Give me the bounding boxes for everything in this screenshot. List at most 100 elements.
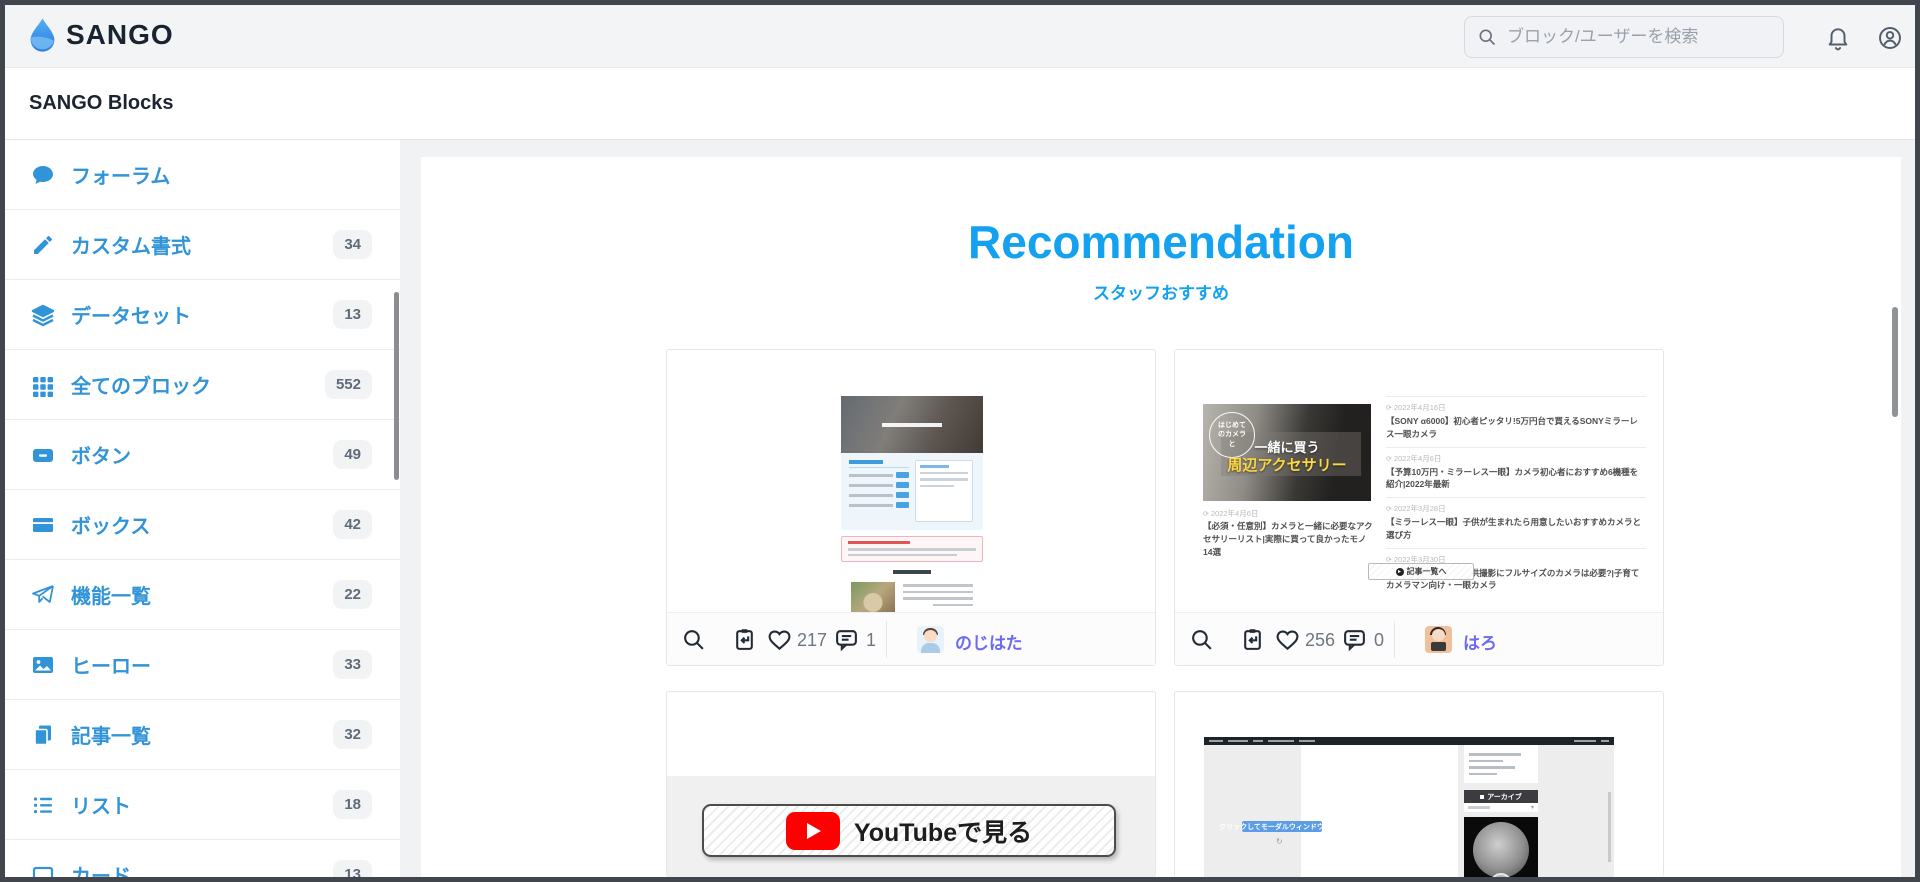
wp-admin-bar xyxy=(1204,737,1614,745)
preview-page-column xyxy=(1301,745,1458,877)
article-title: 【SONY α6000】初心者ピッタリ!5万円台で買えるSONYミラーレス一眼カ… xyxy=(1386,416,1638,439)
sub-header: SANGO Blocks xyxy=(5,68,1915,140)
block-card-modal-window[interactable]: クリックしてモーダルウィンドウを開く ↻ アーカイブ ▾ xyxy=(1174,691,1664,877)
open-modal-button-preview: クリックしてモーダルウィンドウを開く xyxy=(1219,821,1345,832)
count-badge: 33 xyxy=(333,650,372,679)
count-badge: 18 xyxy=(333,790,372,819)
sidebar-item-hero[interactable]: ヒーロー 33 xyxy=(5,630,400,700)
more-articles-button: ▸ 記事一覧へ xyxy=(1368,563,1474,580)
sango-logo[interactable]: SANGO xyxy=(29,17,174,53)
notifications-bell-icon[interactable] xyxy=(1825,25,1851,51)
youtube-play-icon xyxy=(785,811,840,850)
preview-dog-photo xyxy=(851,582,895,615)
pencil-icon xyxy=(34,235,52,254)
comment-count-icon[interactable] xyxy=(834,627,859,652)
sidebar-item-dataset[interactable]: データセット 13 xyxy=(5,280,400,350)
widget-archive-header: アーカイブ xyxy=(1464,790,1538,803)
sidebar-item-features[interactable]: 機能一覧 22 xyxy=(5,560,400,630)
search-icon xyxy=(1479,29,1496,46)
grid-icon xyxy=(33,376,53,397)
zoom-preview-icon[interactable] xyxy=(681,627,706,652)
block-card-youtube[interactable]: YouTubeで見る xyxy=(666,691,1156,877)
sidebar-item-label: データセット xyxy=(71,306,191,328)
sidebar-item-box[interactable]: ボックス 42 xyxy=(5,490,400,560)
sidebar-item-label: 機能一覧 xyxy=(71,586,151,608)
author-link[interactable]: はろ xyxy=(1463,629,1497,654)
count-badge: 552 xyxy=(324,370,372,399)
author-avatar[interactable] xyxy=(1425,626,1452,653)
sidebar-item-forum[interactable]: フォーラム xyxy=(5,140,400,210)
update-icon: ⟳ xyxy=(1386,506,1392,513)
footer-divider xyxy=(1394,621,1395,658)
block-card-article-list[interactable]: はじめてのカメラと 一緒に買う 周辺アクセサリー ⟳ 2022年4月6日 【必須・… xyxy=(1174,349,1664,666)
preview-hero-image xyxy=(841,396,983,453)
user-account-icon[interactable] xyxy=(1877,25,1903,51)
like-count: 217 xyxy=(797,630,828,650)
preview-sidebar-widgets: アーカイブ ▾ xyxy=(1464,745,1538,877)
article-date: 2022年3月28日 xyxy=(1393,504,1446,513)
update-icon: ⟳ xyxy=(1386,455,1392,463)
sidebar-scrollbar[interactable] xyxy=(394,292,399,480)
sidebar-item-all-blocks[interactable]: 全てのブロック 552 xyxy=(5,350,400,420)
box-icon xyxy=(33,517,53,532)
count-badge: 13 xyxy=(333,860,372,877)
card-icon xyxy=(32,866,54,877)
comment-count: 1 xyxy=(866,630,877,650)
preview-scrollbar xyxy=(1608,792,1611,862)
like-heart-icon[interactable] xyxy=(1275,627,1300,652)
button-icon xyxy=(33,448,53,462)
sidebar-item-button[interactable]: ボタン 49 xyxy=(5,420,400,490)
count-badge: 49 xyxy=(333,440,372,469)
copy-block-icon[interactable] xyxy=(1240,627,1265,652)
page-subtitle: スタッフおすすめ xyxy=(1093,284,1229,303)
like-heart-icon[interactable] xyxy=(767,627,792,652)
sidebar-item-label: カード xyxy=(71,866,131,877)
copy-block-icon[interactable] xyxy=(732,627,757,652)
preview-news-section xyxy=(841,453,983,530)
pages-icon xyxy=(34,725,51,745)
logo-text: SANGO xyxy=(66,19,174,50)
block-card-animal-site[interactable]: 217 1 のじはた xyxy=(666,349,1156,666)
sidebar: フォーラム カスタム書式 34 データセット 13 全てのブロック 552 ボタ… xyxy=(5,140,400,877)
main-panel: Recommendation スタッフおすすめ 217 1 のじはた はじめての… xyxy=(421,157,1901,877)
sidebar-item-label: ボタン xyxy=(71,446,131,468)
like-count: 256 xyxy=(1305,630,1336,650)
sidebar-item-label: 記事一覧 xyxy=(71,726,151,748)
count-badge: 34 xyxy=(333,230,372,259)
block-preview-thumbnail xyxy=(841,396,983,630)
footer-divider xyxy=(886,621,887,658)
sidebar-item-label: カスタム書式 xyxy=(71,236,191,258)
article-entry: ⟳ 2022年3月28日 【ミラーレス一眼】子供が生まれたら用意したいおすすめカメ… xyxy=(1386,497,1646,548)
article-title: 【予算10万円・ミラーレス一眼】カメラ初心者におすすめ6機種を紹介|2022年最… xyxy=(1386,466,1639,490)
paper-plane-icon xyxy=(32,584,54,603)
sidebar-item-list[interactable]: リスト 18 xyxy=(5,770,400,840)
search-input[interactable] xyxy=(1507,27,1757,47)
search-box[interactable] xyxy=(1464,16,1784,58)
article-entry: ⟳ 2022年4月6日 【予算10万円・ミラーレス一眼】カメラ初心者におすすめ6機… xyxy=(1386,446,1646,498)
app-window: SANGO SANGO Blocks フォーラム xyxy=(0,0,1920,882)
arrow-circle-icon: ▸ xyxy=(1395,567,1404,576)
sidebar-item-custom-format[interactable]: カスタム書式 34 xyxy=(5,210,400,280)
update-icon: ⟳ xyxy=(1203,511,1209,518)
sidebar-item-post-list[interactable]: 記事一覧 32 xyxy=(5,700,400,770)
watch-on-youtube-button[interactable]: YouTubeで見る xyxy=(702,804,1116,857)
widget-links xyxy=(1464,745,1538,783)
main-scrollbar[interactable] xyxy=(1892,307,1898,417)
author-avatar[interactable] xyxy=(917,626,944,653)
update-icon: ⟳ xyxy=(1386,405,1392,412)
comment-count-icon[interactable] xyxy=(1342,627,1367,652)
featured-post-title: 【必須・任意別】カメラと一緒に必要なアクセサリーリスト|実際に買って良かったモノ… xyxy=(1203,521,1373,557)
zoom-preview-icon[interactable] xyxy=(1189,627,1214,652)
count-badge: 42 xyxy=(333,510,372,539)
count-badge: 13 xyxy=(333,300,372,329)
author-link[interactable]: のじはた xyxy=(955,629,1023,654)
comment-icon xyxy=(33,165,53,184)
featured-title-line2: 周辺アクセサリー xyxy=(1227,457,1347,474)
article-date: 2022年4月16日 xyxy=(1393,403,1446,412)
droplet-icon xyxy=(30,18,55,52)
top-bar: SANGO xyxy=(5,5,1915,68)
preview-featured-image: はじめてのカメラと 一緒に買う 周辺アクセサリー xyxy=(1203,404,1371,501)
sidebar-item-card[interactable]: カード 13 xyxy=(5,840,400,877)
layers-icon xyxy=(31,304,55,326)
card-footer: 217 1 のじはた xyxy=(667,612,1155,665)
